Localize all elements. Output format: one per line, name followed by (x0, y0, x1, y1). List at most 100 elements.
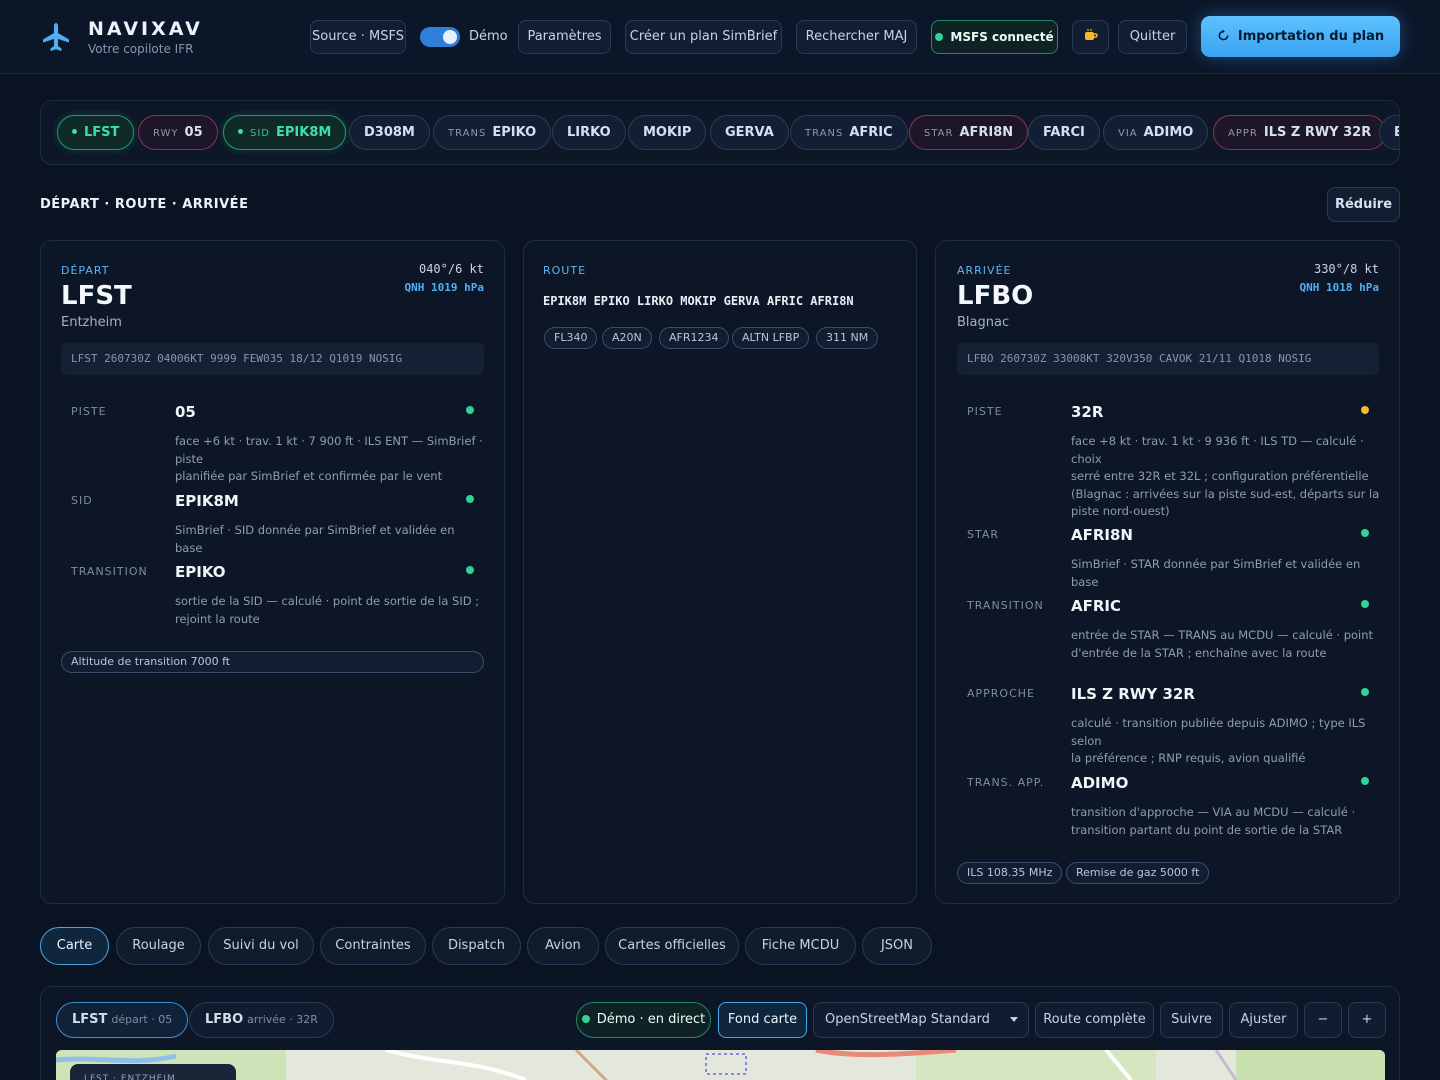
desc-line: calculé · transition publiée depuis ADIM… (1071, 716, 1366, 748)
desc-line: face +6 kt · trav. 1 kt · 7 900 ft · ILS… (175, 434, 483, 466)
coffee-icon (1084, 29, 1098, 40)
desc-line: piste nord-ouest) (1071, 504, 1170, 518)
airplane-logo-icon (43, 23, 69, 51)
route-chip-approach[interactable]: APPR ILS Z RWY 32R (1213, 115, 1387, 150)
tab-json[interactable]: JSON (862, 927, 932, 965)
route-chip-star[interactable]: STAR AFRI8N (909, 115, 1029, 150)
zoom-in-button[interactable]: + (1348, 1002, 1386, 1038)
settings-button[interactable]: Paramètres (518, 20, 611, 54)
desc-line: sortie de la SID — calculé · point de so… (175, 594, 480, 608)
desc-line: rejoint la route (175, 611, 260, 626)
zoom-out-button[interactable]: − (1304, 1002, 1342, 1038)
route-chip-via[interactable]: VIA ADIMO (1103, 115, 1209, 150)
status-dot-icon (1361, 600, 1369, 608)
route-chip-waypoint[interactable]: GERVA (710, 115, 789, 150)
ils-frequency-tag: ILS 108.35 MHz (957, 862, 1063, 884)
map-departure-chip[interactable]: LFST départ · 05 (56, 1002, 189, 1038)
route-chip-waypoint[interactable]: MOKIP (628, 115, 707, 150)
star-value: AFRI8N (1071, 526, 1133, 544)
chip-label: LFST (84, 125, 120, 140)
simbrief-plan-button[interactable]: Créer un plan SimBrief (625, 20, 782, 54)
arrival-city: Blagnac (957, 315, 1010, 330)
sid-value: EPIK8M (175, 492, 239, 510)
route-panel: ROUTE EPIK8M EPIKO LIRKO MOKIP GERVA AFR… (523, 240, 917, 904)
arrival-qnh: QNH 1018 hPa (1299, 281, 1379, 294)
refresh-icon (1218, 29, 1229, 41)
departure-code: LFST (61, 281, 132, 311)
chip-label: ADIMO (1143, 125, 1194, 140)
desc-line: d'entrée de la STAR ; enchaîne avec la r… (1071, 645, 1327, 660)
tab-dispatch[interactable]: Dispatch (432, 927, 521, 965)
alternate-tag: ALTN LFBP (732, 327, 810, 349)
top-bar: NAVIXAV Votre copilote IFR Source · MSFS… (0, 0, 1440, 74)
chip-prefix: TRANS (805, 128, 844, 139)
runway-value: 05 (175, 403, 196, 421)
route-chip-runway[interactable]: RWY 05 (138, 115, 218, 150)
chip-label: 05 (184, 125, 203, 140)
route-kicker: ROUTE (543, 264, 587, 277)
demo-toggle[interactable] (420, 27, 460, 47)
basemap-select[interactable]: OpenStreetMap Standard (813, 1002, 1029, 1038)
transition-desc: sortie de la SID — calculé · point de so… (175, 593, 485, 628)
follow-button[interactable]: Suivre (1160, 1002, 1223, 1038)
departure-wind: 040°/6 kt (418, 262, 484, 276)
check-updates-button[interactable]: Rechercher MAJ (796, 20, 917, 54)
chip-label: D308M (364, 125, 415, 140)
live-demo-badge[interactable]: Démo · en direct (576, 1002, 711, 1038)
chip-prefix: APPR (1228, 128, 1258, 139)
desc-line: (Blagnac : arrivées sur la piste sud-est… (1071, 486, 1380, 501)
tab-cartes-officielles[interactable]: Cartes officielles (605, 927, 739, 965)
transition-desc: entrée de STAR — TRANS au MCDU — calculé… (1071, 627, 1381, 662)
go-around-tag: Remise de gaz 5000 ft (1066, 862, 1210, 884)
desc-line: transition partant du point de sortie de… (1071, 822, 1343, 837)
tab-suivi-du-vol[interactable]: Suivi du vol (208, 927, 314, 965)
route-chip-sid[interactable]: SID EPIK8M (223, 115, 347, 150)
desc-line: planifiée par SimBrief et confirmée par … (175, 469, 443, 483)
basemap-select-value: OpenStreetMap Standard (825, 1012, 990, 1027)
route-chip-waypoint[interactable]: FARCI (1028, 115, 1100, 150)
source-button[interactable]: Source · MSFS (310, 20, 406, 54)
status-dot-icon (466, 566, 474, 574)
fit-button[interactable]: Ajuster (1229, 1002, 1298, 1038)
route-chip-waypoint[interactable]: LIRKO (552, 115, 626, 150)
route-chip-transition[interactable]: TRANS EPIKO (433, 115, 552, 150)
coffee-button[interactable] (1072, 20, 1109, 54)
arrival-wind: 330°/8 kt (1313, 262, 1379, 276)
route-chip-departure[interactable]: LFST (57, 115, 135, 150)
arrival-panel: ARRIVÉE LFBO Blagnac 330°/8 kt QNH 1018 … (935, 240, 1400, 904)
basemap-button[interactable]: Fond carte (718, 1002, 807, 1038)
status-dot-icon (238, 129, 243, 134)
star-desc: SimBrief · STAR donnée par SimBrief et v… (1071, 556, 1381, 591)
chip-label: B (1394, 125, 1399, 140)
status-dot-icon (466, 495, 474, 503)
approach-value: ILS Z RWY 32R (1071, 685, 1195, 703)
status-dot-icon (1361, 688, 1369, 696)
row-label: SID (71, 494, 93, 507)
map-view[interactable]: LFST · ENTZHEIM (56, 1050, 1385, 1080)
distance-tag: 311 NM (816, 327, 879, 349)
tab-avion[interactable]: Avion (527, 927, 599, 965)
runway-desc: face +8 kt · trav. 1 kt · 9 936 ft · ILS… (1071, 433, 1381, 521)
import-plan-button[interactable]: Importation du plan (1201, 16, 1400, 57)
tab-carte[interactable]: Carte (40, 927, 109, 965)
tab-contraintes[interactable]: Contraintes (320, 927, 426, 965)
chip-code: LFBO (205, 1012, 244, 1027)
route-string: EPIK8M EPIKO LIRKO MOKIP GERVA AFRIC AFR… (543, 294, 854, 308)
collapse-button[interactable]: Réduire (1327, 187, 1400, 222)
map-panel: LFST départ · 05 LFBO arrivée · 32R Démo ·… (40, 986, 1400, 1080)
section-title: DÉPART · ROUTE · ARRIVÉE (40, 197, 249, 212)
tab-fiche-mcdu[interactable]: Fiche MCDU (745, 927, 856, 965)
arrival-metar: LFBO 260730Z 33008KT 320V350 CAVOK 21/11… (957, 343, 1379, 375)
msfs-status-badge[interactable]: MSFS connecté (931, 20, 1058, 54)
chip-prefix: VIA (1118, 128, 1138, 139)
live-label: Démo · en direct (596, 1012, 706, 1027)
route-chip-waypoint[interactable]: B (1379, 115, 1399, 150)
map-arrival-chip[interactable]: LFBO arrivée · 32R (189, 1002, 334, 1038)
quit-button[interactable]: Quitter (1118, 20, 1187, 54)
route-chip-transition[interactable]: TRANS AFRIC (790, 115, 908, 150)
chip-label: AFRI8N (959, 125, 1014, 140)
full-route-button[interactable]: Route complète (1035, 1002, 1154, 1038)
status-dot-icon (1361, 529, 1369, 537)
tab-roulage[interactable]: Roulage (116, 927, 201, 965)
route-chip-waypoint[interactable]: D308M (349, 115, 430, 150)
